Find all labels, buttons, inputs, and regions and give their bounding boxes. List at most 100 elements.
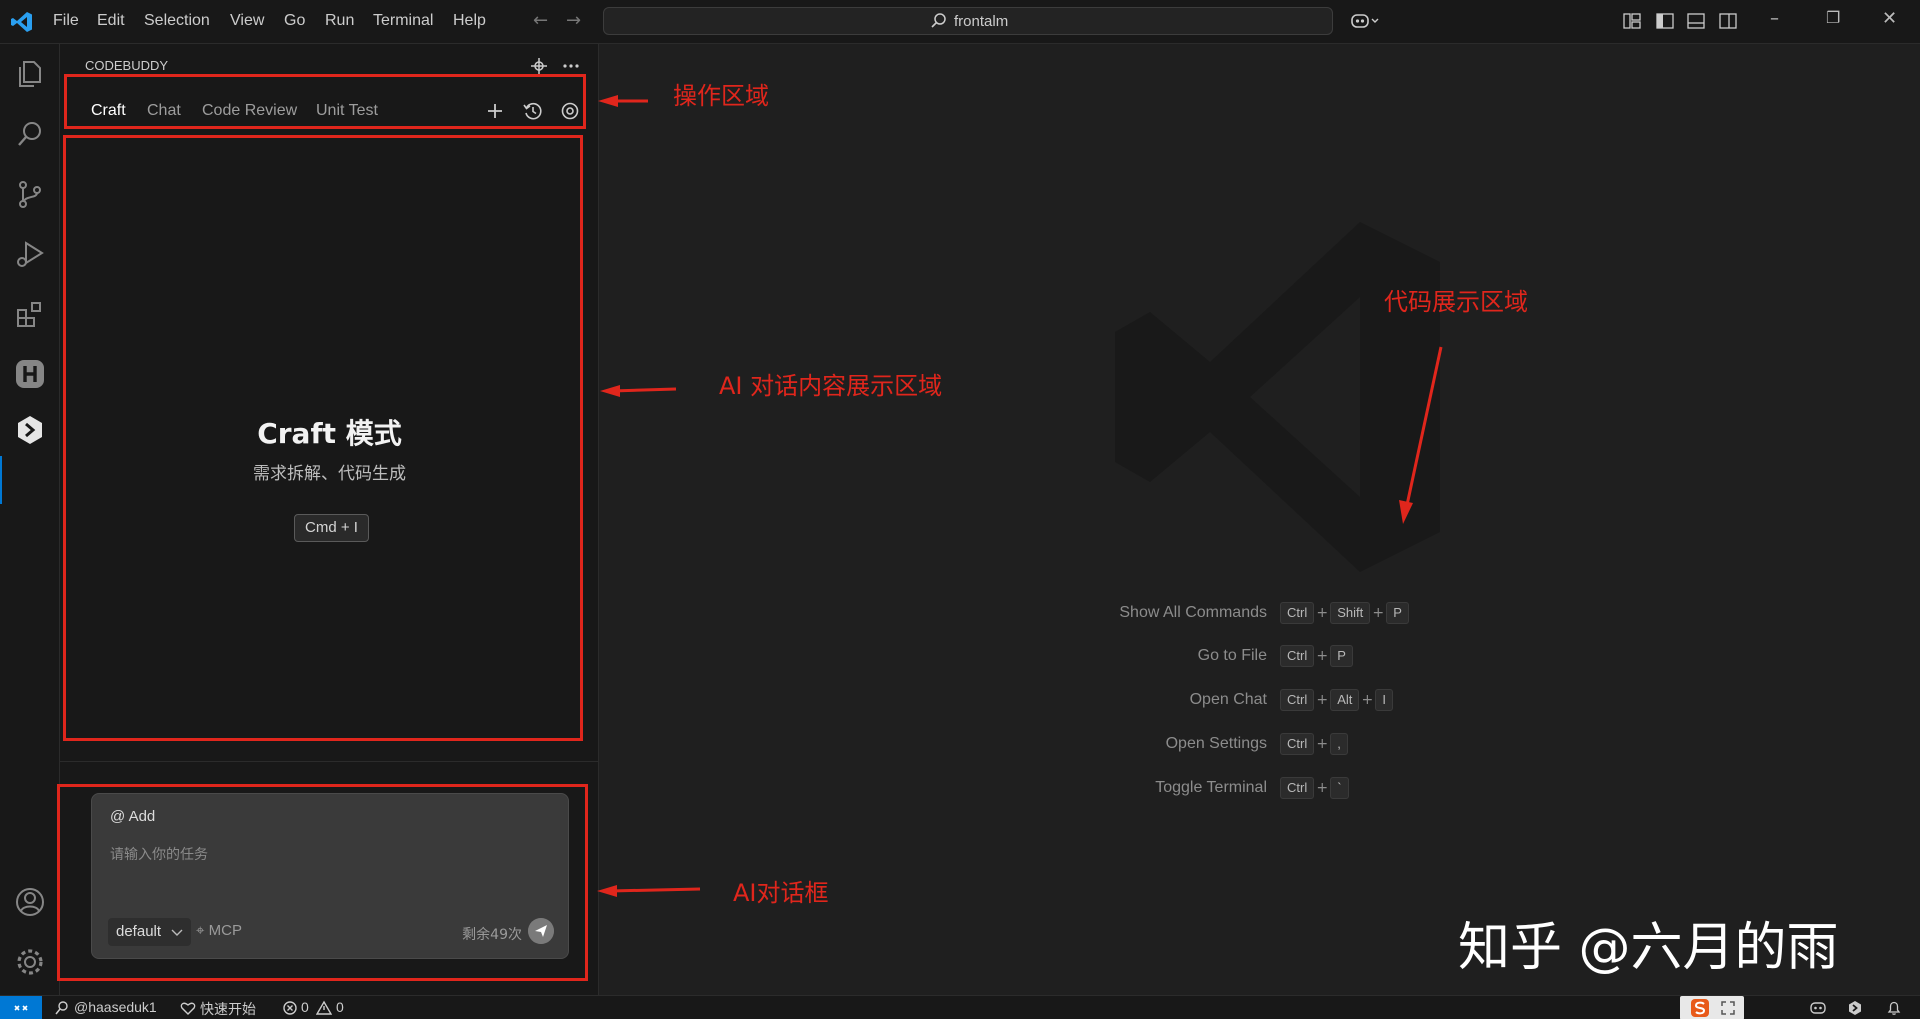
notifications-bell-icon[interactable] bbox=[1886, 1000, 1902, 1016]
tab-chat[interactable]: Chat bbox=[147, 102, 181, 120]
vscode-window: File Edit Selection View Go Run Terminal… bbox=[0, 0, 1920, 1019]
craft-shortcut-badge: Cmd + I bbox=[294, 514, 369, 542]
shortcut-keys-show-commands: Ctrl + Shift + P bbox=[1280, 602, 1409, 624]
copilot-status-icon[interactable] bbox=[1810, 1000, 1826, 1016]
remaining-quota: 剩余49次 bbox=[462, 927, 522, 943]
tab-unit-test[interactable]: Unit Test bbox=[316, 102, 378, 120]
editor-area: Show All Commands Ctrl + Shift + P Go to Fil… bbox=[599, 44, 1920, 995]
heart-icon bbox=[180, 1002, 196, 1015]
shortcut-label-show-commands: Show All Commands bbox=[1119, 604, 1267, 621]
key-cap: Ctrl bbox=[1280, 733, 1315, 755]
gear-icon[interactable] bbox=[14, 946, 46, 978]
title-bar: File Edit Selection View Go Run Terminal… bbox=[0, 0, 1920, 44]
sidebar-title-actions[interactable] bbox=[526, 56, 586, 76]
explorer-icon[interactable] bbox=[14, 58, 46, 90]
mcp-label: MCP bbox=[208, 922, 242, 939]
forward-arrow-icon[interactable]: → bbox=[566, 10, 581, 31]
chevron-down-icon bbox=[171, 929, 183, 936]
sogou-ime-icon bbox=[1691, 999, 1709, 1017]
ime-indicator[interactable] bbox=[1680, 996, 1744, 1019]
toggle-secondary-sidebar-icon[interactable] bbox=[1718, 12, 1738, 30]
annotation-chat-content-area: AI 对话内容展示区域 bbox=[719, 372, 943, 400]
back-arrow-icon[interactable]: ← bbox=[533, 10, 548, 31]
status-error-count[interactable]: 0 bbox=[301, 999, 309, 1015]
chat-input-box[interactable]: @ Add 请输入你的任务 default ⌖ MCP 剩余49次 bbox=[91, 793, 569, 959]
chat-input-placeholder[interactable]: 请输入你的任务 bbox=[110, 844, 208, 864]
send-icon[interactable] bbox=[528, 918, 554, 944]
active-indicator bbox=[0, 456, 2, 504]
annotation-chat-box: AI对话框 bbox=[733, 879, 829, 907]
toggle-panel-icon[interactable] bbox=[1686, 12, 1706, 30]
key-cap: Alt bbox=[1330, 689, 1360, 711]
tab-code-review[interactable]: Code Review bbox=[202, 102, 297, 120]
sidebar-divider bbox=[60, 761, 599, 762]
status-bar: @haaseduk1 快速开始 0 0 bbox=[0, 995, 1920, 1019]
tab-craft[interactable]: Craft bbox=[91, 102, 126, 120]
vscode-logo-icon bbox=[11, 12, 32, 32]
restore-icon[interactable]: ❐ bbox=[1826, 8, 1840, 27]
customize-layout-icon[interactable] bbox=[1622, 12, 1642, 30]
menu-run[interactable]: Run bbox=[325, 12, 354, 30]
shortcut-keys-open-settings: Ctrl +, bbox=[1280, 733, 1348, 755]
key-cap: P bbox=[1386, 602, 1409, 624]
menu-terminal[interactable]: Terminal bbox=[373, 12, 433, 30]
search-view-icon[interactable] bbox=[14, 118, 46, 150]
h-extension-icon[interactable] bbox=[14, 358, 46, 390]
shortcut-label-toggle-terminal: Toggle Terminal bbox=[1155, 779, 1267, 796]
key-cap: , bbox=[1330, 733, 1348, 755]
sidebar-title: CODEBUDDY bbox=[85, 58, 169, 73]
new-chat-icon[interactable] bbox=[484, 100, 506, 122]
key-cap: Ctrl bbox=[1280, 645, 1315, 667]
codebuddy-sidebar: CODEBUDDY Craft Chat Code Review Unit Te… bbox=[60, 44, 599, 995]
close-icon[interactable]: ✕ bbox=[1882, 8, 1897, 29]
remote-indicator[interactable] bbox=[0, 996, 42, 1019]
run-debug-icon[interactable] bbox=[14, 238, 46, 270]
codebuddy-icon[interactable] bbox=[14, 414, 46, 446]
command-center-search[interactable]: frontalm bbox=[603, 7, 1333, 35]
search-text: frontalm bbox=[954, 13, 1009, 30]
history-icon[interactable] bbox=[522, 100, 544, 122]
shortcut-keys-open-chat: Ctrl + Alt + I bbox=[1280, 689, 1394, 711]
expand-icon bbox=[1721, 1001, 1735, 1015]
shortcut-label-open-settings: Open Settings bbox=[1165, 735, 1267, 752]
annotation-operation-area: 操作区域 bbox=[673, 82, 769, 110]
extensions-icon[interactable] bbox=[14, 298, 46, 330]
activity-bar bbox=[0, 44, 60, 995]
mcp-button[interactable]: ⌖ MCP bbox=[196, 922, 242, 939]
shortcut-keys-go-to-file: Ctrl + P bbox=[1280, 645, 1353, 667]
copilot-icon[interactable] bbox=[1350, 12, 1380, 30]
shortcut-keys-toggle-terminal: Ctrl + ` bbox=[1280, 777, 1349, 799]
menu-selection[interactable]: Selection bbox=[144, 12, 210, 30]
key-cap: Ctrl bbox=[1280, 602, 1315, 624]
codebuddy-plugin-icon bbox=[531, 58, 547, 74]
accounts-icon[interactable] bbox=[14, 886, 46, 918]
shortcut-label-go-to-file: Go to File bbox=[1197, 647, 1267, 664]
remote-icon bbox=[14, 1005, 28, 1011]
account-search-icon bbox=[55, 1001, 68, 1015]
menu-edit[interactable]: Edit bbox=[97, 12, 125, 30]
toggle-primary-sidebar-icon[interactable] bbox=[1655, 12, 1675, 30]
shortcut-label-open-chat: Open Chat bbox=[1189, 691, 1267, 708]
add-context-button[interactable]: @ Add bbox=[110, 808, 155, 825]
key-cap: I bbox=[1375, 689, 1394, 711]
craft-mode-subtitle: 需求拆解、代码生成 bbox=[253, 464, 406, 484]
menu-go[interactable]: Go bbox=[284, 12, 305, 30]
key-cap: Ctrl bbox=[1280, 689, 1315, 711]
menu-file[interactable]: File bbox=[53, 12, 79, 30]
zhihu-watermark: 知乎 @六月的雨 bbox=[1458, 918, 1839, 978]
minimize-icon[interactable]: – bbox=[1770, 8, 1779, 29]
menu-view[interactable]: View bbox=[230, 12, 264, 30]
status-quick-start[interactable]: 快速开始 bbox=[200, 999, 256, 1019]
settings-icon[interactable] bbox=[559, 100, 581, 122]
source-control-icon[interactable] bbox=[14, 178, 46, 210]
model-select[interactable]: default bbox=[108, 918, 192, 946]
menu-help[interactable]: Help bbox=[453, 12, 486, 30]
craft-mode-title: Craft 模式 bbox=[257, 417, 402, 450]
status-user[interactable]: @haaseduk1 bbox=[74, 999, 157, 1015]
status-warning-count[interactable]: 0 bbox=[336, 999, 344, 1015]
vscode-watermark-icon bbox=[1115, 222, 1440, 572]
key-cap: Shift bbox=[1330, 602, 1371, 624]
warning-icon bbox=[316, 1000, 332, 1015]
codebuddy-status-icon[interactable] bbox=[1847, 1000, 1863, 1016]
key-cap: P bbox=[1330, 645, 1353, 667]
